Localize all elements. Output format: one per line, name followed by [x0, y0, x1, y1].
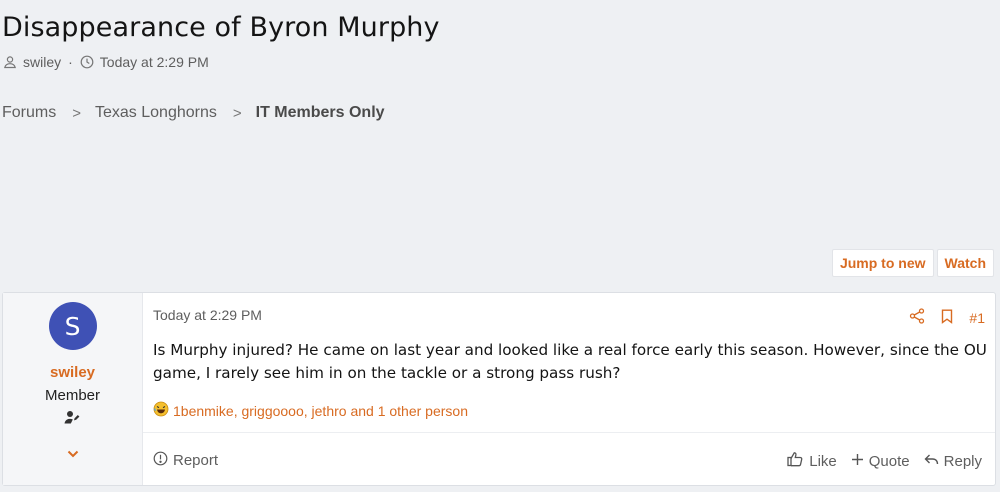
post-main: Today at 2:29 PM #1 Is Murphy injured? H…	[143, 293, 995, 485]
thread-actions: Jump to new Watch	[831, 249, 994, 277]
quote-label: Quote	[868, 452, 910, 470]
quote-button[interactable]: Quote	[851, 451, 910, 471]
user-title: Member	[44, 387, 100, 404]
reply-label: Reply	[943, 452, 982, 470]
chevron-down-icon[interactable]	[67, 445, 79, 463]
report-button[interactable]: Report	[153, 451, 218, 470]
breadcrumb-texas-longhorns[interactable]: Texas Longhorns	[95, 104, 217, 122]
post-date[interactable]: Today at 2:29 PM	[153, 307, 262, 323]
user-icon	[3, 55, 17, 69]
avatar[interactable]: S	[48, 302, 97, 350]
clock-icon	[80, 55, 94, 69]
thread-author[interactable]: swiley	[23, 54, 61, 70]
post-username[interactable]: swiley	[50, 364, 95, 381]
watch-button[interactable]: Watch	[936, 249, 994, 277]
reactions-bar[interactable]: 1benmike, griggoooo, jethro and 1 other …	[153, 401, 468, 420]
reply-icon	[924, 453, 939, 470]
post-body: Is Murphy injured? He came on last year …	[153, 341, 987, 382]
like-label: Like	[809, 452, 837, 470]
thread-date[interactable]: Today at 2:29 PM	[100, 54, 209, 70]
reply-button[interactable]: Reply	[924, 451, 982, 471]
report-label: Report	[173, 452, 219, 469]
breadcrumb-forums[interactable]: Forums	[2, 104, 56, 122]
plus-icon	[851, 453, 864, 470]
user-edit-icon	[64, 410, 82, 431]
info-icon	[153, 451, 168, 470]
post-user-cell: S swiley Member	[3, 293, 143, 485]
breadcrumb: Forums > Texas Longhorns > IT Members On…	[2, 104, 385, 122]
post: S swiley Member Today at 2:29 PM #1 Is M…	[2, 292, 996, 486]
post-actions: Like Quote Reply	[787, 451, 982, 471]
breadcrumb-it-members-only[interactable]: IT Members Only	[256, 104, 385, 122]
meta-separator: ·	[68, 54, 73, 70]
chevron-right-icon: >	[72, 104, 81, 122]
laughing-emoji-icon	[153, 401, 169, 420]
post-number[interactable]: #1	[969, 310, 985, 326]
share-icon[interactable]	[909, 308, 925, 327]
bookmark-icon[interactable]	[941, 309, 953, 327]
post-footer-divider	[143, 432, 995, 433]
like-button[interactable]: Like	[787, 451, 837, 471]
post-tools: #1	[909, 308, 985, 327]
thumbs-up-icon	[787, 451, 804, 471]
page-title: Disappearance of Byron Murphy	[2, 12, 440, 43]
chevron-right-icon: >	[232, 104, 242, 122]
thread-meta: swiley · Today at 2:29 PM	[3, 54, 209, 70]
reactions-list[interactable]: 1benmike, griggoooo, jethro and 1 other …	[173, 403, 468, 419]
jump-to-new-button[interactable]: Jump to new	[831, 249, 934, 277]
